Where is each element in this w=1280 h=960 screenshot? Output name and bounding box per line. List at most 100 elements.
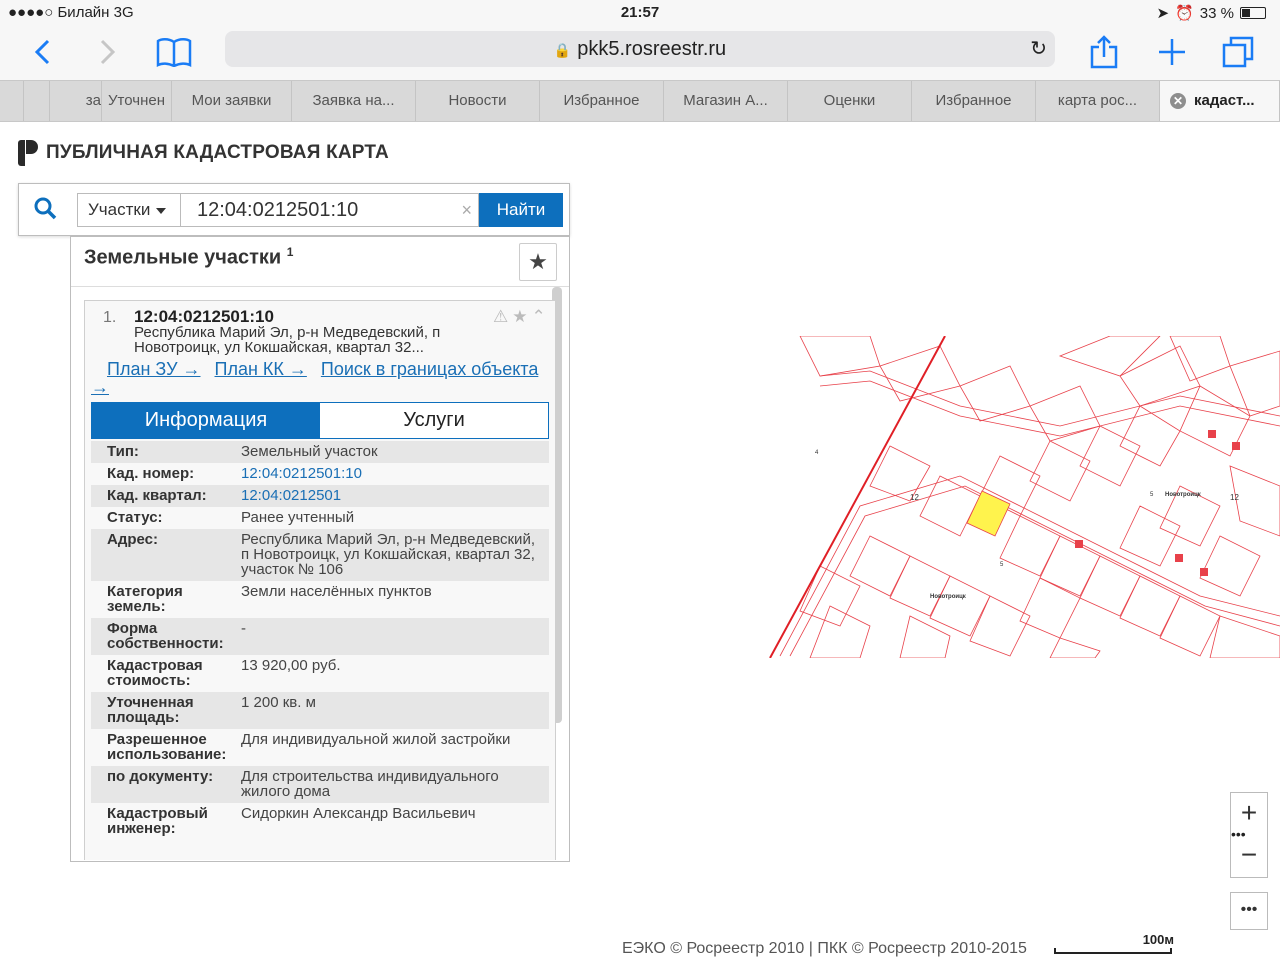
info-row: Кадастровый инженер: Сидоркин Александр В… — [91, 803, 549, 840]
rosreestr-logo — [18, 140, 38, 166]
info-value: Земли населённых пунктов — [241, 583, 432, 600]
copyright-footer: ЕЭКО © Росреестр 2010 | ПКК © Росреестр … — [622, 940, 1027, 957]
tabs-icon — [1222, 36, 1254, 68]
info-value: 13 920,00 руб. — [241, 657, 341, 674]
back-button[interactable] — [20, 30, 64, 74]
map-label: 5 — [1000, 562, 1004, 568]
location-icon: ➤ — [1156, 5, 1170, 22]
battery-percent: 33 % — [1199, 4, 1234, 22]
card-tabs: Информация Услуги — [91, 402, 549, 439]
map-label: 4 — [815, 450, 819, 456]
info-key: Адрес: — [107, 531, 158, 548]
plan-zu-link[interactable]: План ЗУ → — [107, 359, 201, 379]
tab-item[interactable]: Уточнен — [102, 81, 172, 121]
tabs-button[interactable] — [1216, 30, 1260, 74]
results-count: 1 — [286, 245, 294, 259]
map-scale: 100м — [1054, 932, 1180, 954]
info-value: Республика Марий Эл, р-н Медведевский, п… — [241, 531, 535, 578]
info-key: Разрешенное использование: — [107, 731, 227, 763]
tab-info[interactable]: Информация — [92, 403, 320, 438]
info-row: Разрешенное использование: Для индивидуал… — [91, 729, 549, 766]
info-key: по документу: — [107, 768, 214, 785]
card-links: План ЗУ → План КК → Поиск в границах объек… — [91, 360, 551, 396]
map-label: 12 — [1230, 493, 1239, 502]
info-key: Статус: — [107, 509, 163, 526]
info-row: Кад. номер: 12:04:0212501:10 — [91, 463, 549, 485]
clock: 21:57 — [620, 4, 660, 21]
tab-item[interactable]: карта рос... — [1036, 81, 1160, 121]
info-value: Земельный участок — [241, 443, 378, 460]
info-row: Форма собственности: - — [91, 618, 549, 655]
favorite-button[interactable]: ★ — [519, 243, 557, 281]
more-icon: ••• — [1231, 827, 1267, 841]
info-row: Тип: Земельный участок — [91, 441, 549, 463]
star-icon[interactable]: ★ — [512, 307, 527, 327]
info-value: Ранее учтенный — [241, 509, 355, 526]
info-row: Уточненная площадь: 1 200 кв. м — [91, 692, 549, 729]
info-value: - — [241, 620, 246, 637]
search-bar: Участки 12:04:0212501:10 × Найти — [18, 183, 570, 236]
chevron-right-icon — [100, 39, 116, 65]
map-menu-button[interactable]: ••• — [1230, 892, 1268, 930]
info-key: Кадастровая стоимость: — [107, 657, 203, 689]
tab-item[interactable]: Мои заявки — [172, 81, 292, 121]
cadastral-number-link[interactable]: 12:04:0212501:10 — [241, 466, 549, 481]
info-key: Кадастровый инженер: — [107, 805, 208, 837]
close-icon[interactable]: ✕ — [1170, 93, 1186, 110]
browser-toolbar: 🔒 pkk5.rosreestr.ru ↻ — [0, 26, 1280, 80]
tab-item[interactable]: Магазин А... — [664, 81, 788, 121]
tab-item-active[interactable]: ✕ кадаст... — [1160, 81, 1280, 121]
tab-item[interactable]: Новости — [416, 81, 540, 121]
tab-services[interactable]: Услуги — [320, 403, 548, 438]
forward-button[interactable] — [86, 30, 130, 74]
tab-item[interactable]: Оценки — [788, 81, 912, 121]
info-value: 1 200 кв. м — [241, 694, 316, 711]
battery-icon — [1240, 7, 1266, 19]
tab-strip: за Уточнен Мои заявки Заявка на... Новос… — [0, 80, 1280, 122]
info-key: Кад. квартал: — [107, 487, 207, 504]
page-title: ПУБЛИЧНАЯ КАДАСТРОВАЯ КАРТА — [46, 142, 389, 163]
chevron-left-icon — [34, 39, 50, 65]
info-value: Для индивидуальной жилой застройки — [241, 731, 511, 748]
zoom-control: + − ••• — [1230, 792, 1268, 878]
warning-icon[interactable]: ⚠ — [493, 307, 508, 327]
url-bar[interactable]: 🔒 pkk5.rosreestr.ru ↻ — [225, 31, 1055, 67]
status-bar: ●●●●○ Билайн 3G 21:57 ➤ ⏰ 33 % — [0, 0, 1280, 26]
map-label: 12 — [910, 493, 919, 502]
results-title-text: Земельные участки — [84, 246, 282, 269]
chevron-up-icon[interactable]: ⌃ — [532, 307, 546, 327]
reload-icon[interactable]: ↻ — [1030, 31, 1047, 67]
bookmarks-button[interactable] — [152, 30, 196, 74]
info-row: Кад. квартал: 12:04:0212501 — [91, 485, 549, 507]
parcel-card: 1. 12:04:0212501:10 Республика Марий Эл,… — [84, 300, 556, 860]
tab-item[interactable]: Избранное — [912, 81, 1036, 121]
tab-label: кадаст... — [1194, 92, 1255, 109]
results-title: Земельные участки 1 — [84, 245, 293, 270]
tab-item[interactable] — [0, 81, 24, 121]
search-input-value: 12:04:0212501:10 — [197, 199, 359, 221]
new-tab-button[interactable] — [1150, 30, 1194, 74]
plan-kk-link[interactable]: План КК → — [215, 359, 307, 379]
alarm-icon: ⏰ — [1175, 5, 1194, 22]
tab-item[interactable]: Избранное — [540, 81, 664, 121]
map-label: Новотроицк — [1165, 492, 1201, 498]
info-row: по документу: Для строительства индивидуа… — [91, 766, 549, 803]
result-number: 1. — [103, 309, 117, 326]
search-icon[interactable] — [33, 196, 57, 220]
share-button[interactable] — [1082, 30, 1126, 74]
info-row: Категория земель: Земли населённых пункто… — [91, 581, 549, 618]
tab-item[interactable]: за — [50, 81, 102, 121]
cadastral-quarter-link[interactable]: 12:04:0212501 — [241, 488, 549, 503]
tab-item[interactable] — [24, 81, 50, 121]
tab-item[interactable]: Заявка на... — [292, 81, 416, 121]
find-button[interactable]: Найти — [479, 193, 563, 227]
map-label: 5 — [1150, 492, 1154, 498]
search-type-select[interactable]: Участки — [77, 193, 181, 227]
map-label: Новотроицк — [930, 594, 966, 600]
clear-icon[interactable]: × — [461, 194, 472, 226]
lock-icon: 🔒 — [553, 42, 572, 58]
cadastral-map[interactable]: 12 12 Новотроицк Новотроицк 5 5 4 — [760, 336, 1280, 658]
search-input[interactable]: 12:04:0212501:10 × — [181, 193, 479, 227]
info-value: Сидоркин Александр Васильевич — [241, 805, 476, 822]
info-row: Статус: Ранее учтенный — [91, 507, 549, 529]
